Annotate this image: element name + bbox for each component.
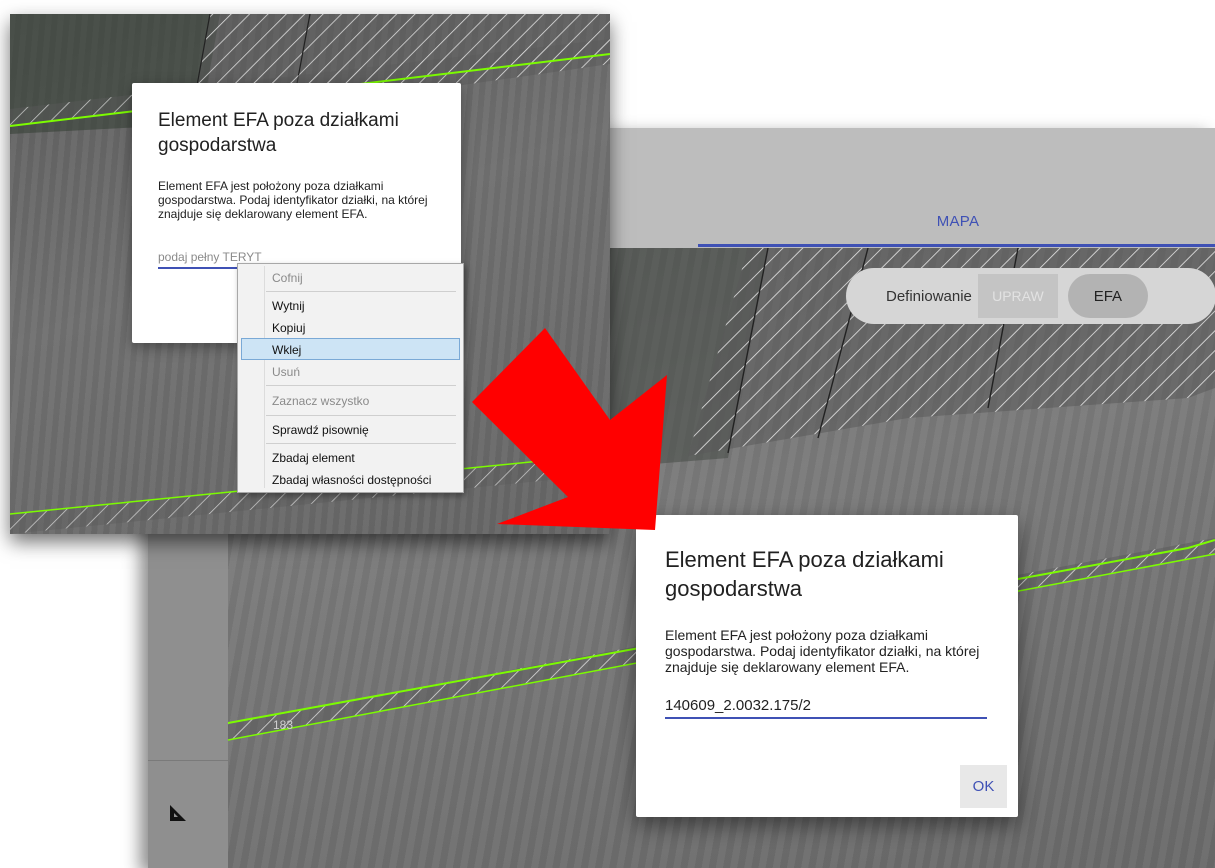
red-arrow-icon bbox=[472, 328, 667, 530]
